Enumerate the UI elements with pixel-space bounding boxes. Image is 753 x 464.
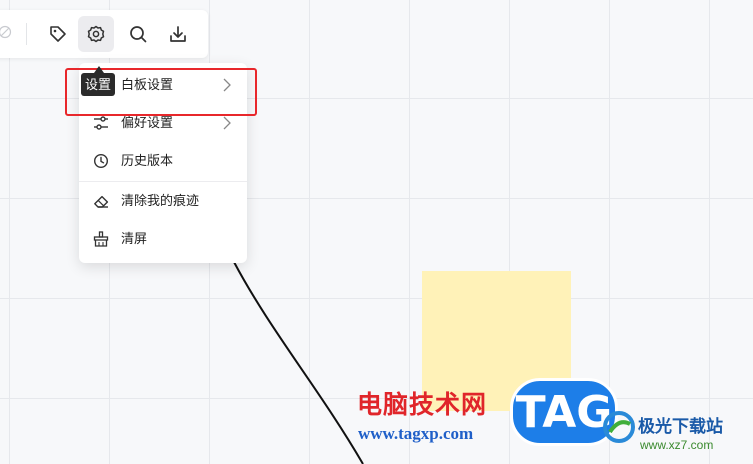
eraser-icon	[93, 193, 109, 209]
top-toolbar	[0, 10, 208, 58]
tag-icon	[50, 26, 66, 42]
watermark-site2-url: www.xz7.com	[640, 438, 714, 452]
watermark-site-url: www.tagxp.com	[358, 424, 474, 443]
search-icon	[130, 26, 147, 43]
tooltip-arrow	[94, 66, 104, 73]
watermark-site-name: 电脑技术网	[357, 390, 488, 419]
gear-icon	[87, 25, 105, 43]
download-button[interactable]	[160, 16, 196, 52]
menu-item-label: 历史版本	[121, 153, 174, 168]
menu-divider	[79, 181, 247, 182]
menu-item-label: 清屏	[121, 231, 148, 246]
disabled-icon	[0, 25, 12, 44]
menu-item-clear-screen[interactable]: 清屏	[79, 223, 247, 255]
toolbar-divider	[26, 23, 27, 45]
watermark-site2-name: 极光下载站	[638, 417, 723, 437]
menu-item-label: 清除我的痕迹	[121, 193, 200, 208]
settings-button[interactable]	[78, 16, 114, 52]
chevron-right-icon	[223, 116, 231, 135]
menu-item-clear-my-traces[interactable]: 清除我的痕迹	[79, 185, 247, 217]
tag-button[interactable]	[40, 16, 76, 52]
broom-icon	[93, 231, 109, 247]
menu-item-label: 偏好设置	[121, 115, 174, 130]
sliders-icon	[93, 115, 109, 131]
settings-tooltip: 设置	[81, 73, 116, 96]
search-button[interactable]	[120, 16, 156, 52]
clock-icon	[93, 153, 109, 169]
aurora-logo-icon	[602, 410, 636, 449]
menu-item-history-versions[interactable]: 历史版本	[79, 145, 247, 177]
download-icon	[170, 26, 186, 42]
